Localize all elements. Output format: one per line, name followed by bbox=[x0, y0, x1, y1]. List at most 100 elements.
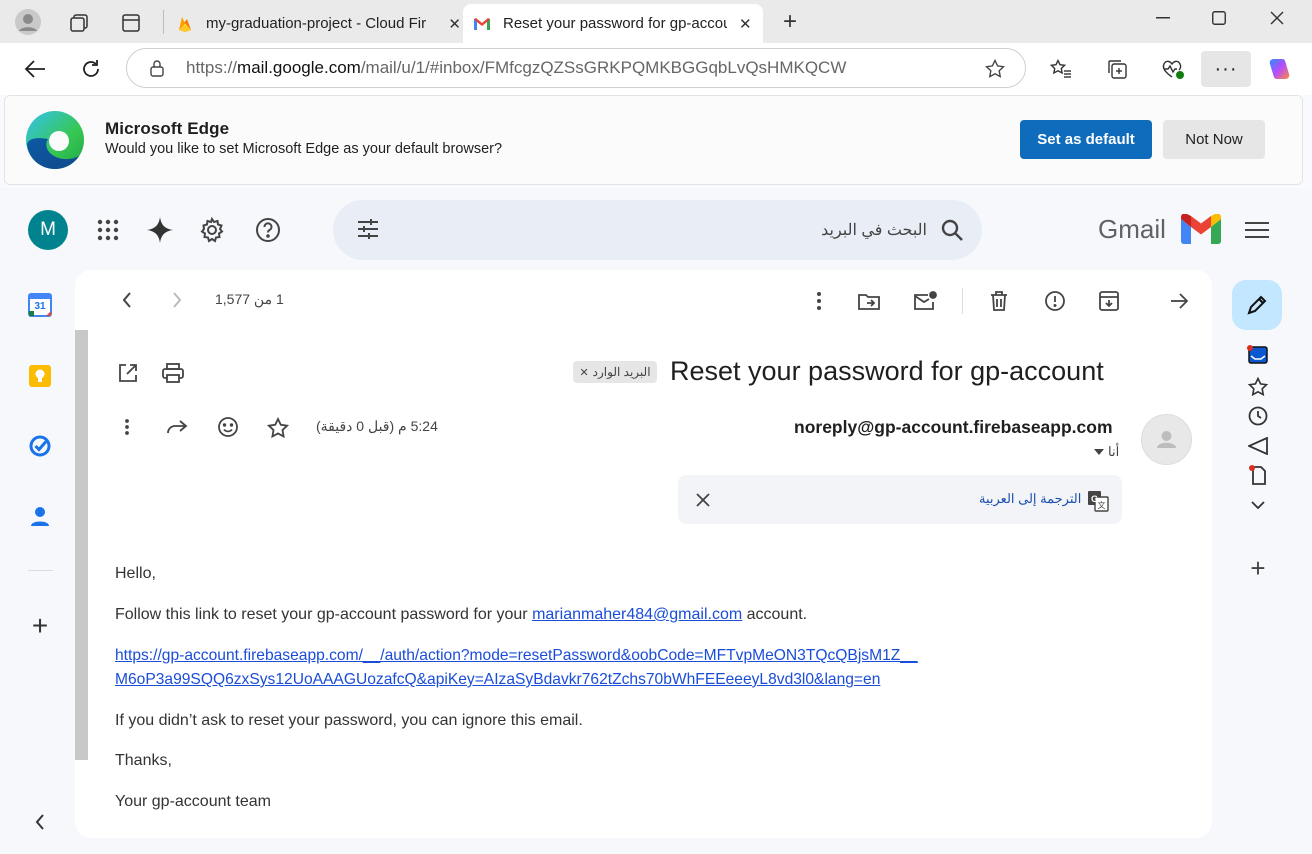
url-text[interactable]: https://mail.google.com/mail/u/1/#inbox/… bbox=[186, 58, 846, 78]
close-tab-icon[interactable]: ✕ bbox=[739, 15, 752, 33]
toolbar-divider bbox=[962, 288, 963, 314]
profile-icon[interactable] bbox=[12, 6, 44, 38]
tab-firebase[interactable]: my-graduation-project - Cloud Fir ✕ bbox=[164, 4, 461, 43]
instruction-text: Follow this link to reset your gp-accoun… bbox=[115, 606, 533, 623]
tab-actions-icon[interactable] bbox=[116, 8, 146, 38]
thanks-line: Thanks, bbox=[115, 752, 172, 769]
account-avatar[interactable]: M bbox=[28, 210, 68, 250]
inbox-label-chip[interactable]: البريد الوارد ✕ bbox=[573, 361, 657, 383]
new-tab-icon[interactable]: + bbox=[775, 8, 805, 36]
forward-icon[interactable] bbox=[164, 416, 190, 438]
main-menu-icon[interactable] bbox=[1242, 216, 1272, 244]
print-icon[interactable] bbox=[161, 361, 185, 385]
calendar-day: 31 bbox=[34, 301, 46, 312]
collections-icon[interactable] bbox=[1102, 55, 1132, 83]
signature: Your gp-account team bbox=[115, 793, 271, 810]
close-window-icon[interactable] bbox=[1248, 0, 1306, 36]
get-addons-icon[interactable]: + bbox=[1245, 553, 1271, 583]
move-to-icon[interactable] bbox=[857, 289, 881, 313]
gmail-logo-icon[interactable] bbox=[1181, 214, 1223, 246]
delete-icon[interactable] bbox=[988, 289, 1010, 313]
message-time: 5:24 م (قبل 0 دقيقة) bbox=[316, 418, 438, 434]
tab-title: Reset your password for gp-accou bbox=[503, 15, 727, 32]
report-spam-icon[interactable] bbox=[1043, 289, 1067, 313]
translate-icon: G文 bbox=[1087, 490, 1109, 512]
hide-panel-chevron-icon[interactable] bbox=[28, 810, 52, 834]
label-text: البريد الوارد bbox=[592, 365, 651, 379]
open-new-window-icon[interactable] bbox=[116, 361, 140, 385]
instruction-suffix: account. bbox=[742, 606, 808, 623]
svg-text:文: 文 bbox=[1098, 500, 1106, 510]
close-tab-icon[interactable]: ✕ bbox=[448, 15, 461, 33]
contacts-icon[interactable] bbox=[28, 504, 52, 528]
gemini-sparkle-icon[interactable] bbox=[144, 214, 176, 246]
keep-icon[interactable] bbox=[28, 364, 52, 388]
settings-more-icon[interactable]: ··· bbox=[1201, 51, 1251, 87]
emoji-reaction-icon[interactable] bbox=[215, 414, 241, 440]
inbox-quick-icon[interactable] bbox=[1247, 344, 1269, 366]
copilot-icon[interactable] bbox=[1264, 54, 1294, 84]
more-labels-chevron-icon[interactable] bbox=[1247, 496, 1269, 514]
maximize-icon[interactable] bbox=[1190, 0, 1248, 36]
recipient-dropdown-icon[interactable] bbox=[1094, 449, 1104, 455]
sender-email[interactable]: noreply@gp-account.firebaseapp.com bbox=[794, 417, 1113, 438]
sender-avatar[interactable] bbox=[1141, 414, 1192, 465]
mark-unread-icon[interactable] bbox=[912, 289, 938, 313]
starred-icon[interactable] bbox=[1247, 376, 1269, 398]
favorite-star-icon[interactable] bbox=[982, 56, 1008, 82]
remove-label-icon[interactable]: ✕ bbox=[579, 366, 588, 379]
url-prefix: https:// bbox=[186, 58, 238, 77]
reset-link-continued[interactable]: M6oP3a99SQQ6zxSys12UoAAAGUozafcQ&apiKey=… bbox=[115, 671, 880, 689]
gmail-tab-icon bbox=[473, 17, 491, 31]
url-path: /mail/u/1/#inbox/FMfcgzQZSsGRKPQMKBGGqbL… bbox=[360, 58, 847, 77]
recipient-label: أنا bbox=[1108, 444, 1120, 459]
newer-chevron-icon[interactable] bbox=[117, 290, 137, 310]
close-translate-icon[interactable] bbox=[694, 491, 712, 509]
rail-divider bbox=[28, 570, 53, 571]
reset-link[interactable]: https://gp-account.firebaseapp.com/__/au… bbox=[115, 647, 918, 665]
sent-icon[interactable] bbox=[1247, 435, 1269, 457]
help-icon[interactable] bbox=[252, 214, 284, 246]
apps-grid-icon[interactable] bbox=[92, 214, 124, 246]
older-chevron-icon[interactable] bbox=[167, 290, 187, 310]
tab-title: my-graduation-project - Cloud Fir bbox=[206, 15, 427, 32]
set-as-default-button[interactable]: Set as default bbox=[1020, 120, 1152, 159]
reset-instruction: Follow this link to reset your gp-accoun… bbox=[115, 606, 807, 624]
star-message-icon[interactable] bbox=[266, 415, 290, 441]
scrollbar[interactable] bbox=[75, 330, 88, 760]
back-to-inbox-icon[interactable] bbox=[1167, 289, 1191, 313]
search-icon[interactable] bbox=[938, 216, 966, 244]
pager-count: 1 من 1,577 bbox=[215, 291, 284, 307]
search-input[interactable]: البحث في البريد bbox=[821, 220, 927, 240]
refresh-icon[interactable] bbox=[76, 54, 106, 84]
tab-gmail-active[interactable]: Reset your password for gp-accou ✕ bbox=[463, 4, 763, 43]
add-app-icon[interactable]: + bbox=[26, 610, 54, 641]
workspaces-icon[interactable] bbox=[64, 8, 94, 38]
greeting: Hello, bbox=[115, 565, 156, 582]
banner-title: Microsoft Edge bbox=[105, 119, 230, 138]
not-now-button[interactable]: Not Now bbox=[1163, 120, 1265, 159]
edge-logo-icon bbox=[25, 110, 85, 170]
firebase-icon bbox=[176, 15, 194, 33]
more-options-icon[interactable] bbox=[808, 290, 830, 312]
message-more-icon[interactable] bbox=[117, 416, 137, 438]
snoozed-clock-icon[interactable] bbox=[1247, 405, 1269, 427]
banner-message: Would you like to set Microsoft Edge as … bbox=[105, 141, 503, 157]
back-icon[interactable] bbox=[20, 54, 50, 84]
account-email-link[interactable]: marianmaher484@gmail.com bbox=[532, 606, 742, 623]
search-options-icon[interactable] bbox=[353, 214, 383, 244]
browser-essentials-icon[interactable] bbox=[1158, 55, 1188, 83]
gmail-wordmark[interactable]: Gmail bbox=[1098, 214, 1166, 245]
favorites-icon[interactable] bbox=[1046, 55, 1076, 83]
email-subject: Reset your password for gp-account bbox=[670, 356, 1104, 386]
lock-icon[interactable] bbox=[146, 58, 168, 78]
settings-gear-icon[interactable] bbox=[196, 214, 228, 246]
tasks-icon[interactable] bbox=[28, 434, 52, 458]
minimize-icon[interactable] bbox=[1134, 0, 1192, 36]
url-host: mail.google.com bbox=[237, 58, 361, 77]
drafts-icon[interactable] bbox=[1247, 464, 1269, 486]
ignore-note: If you didn’t ask to reset your password… bbox=[115, 712, 583, 729]
translate-link[interactable]: الترجمة إلى العربية bbox=[979, 491, 1081, 507]
archive-icon[interactable] bbox=[1097, 289, 1121, 313]
compose-pencil-icon[interactable] bbox=[1232, 280, 1282, 330]
